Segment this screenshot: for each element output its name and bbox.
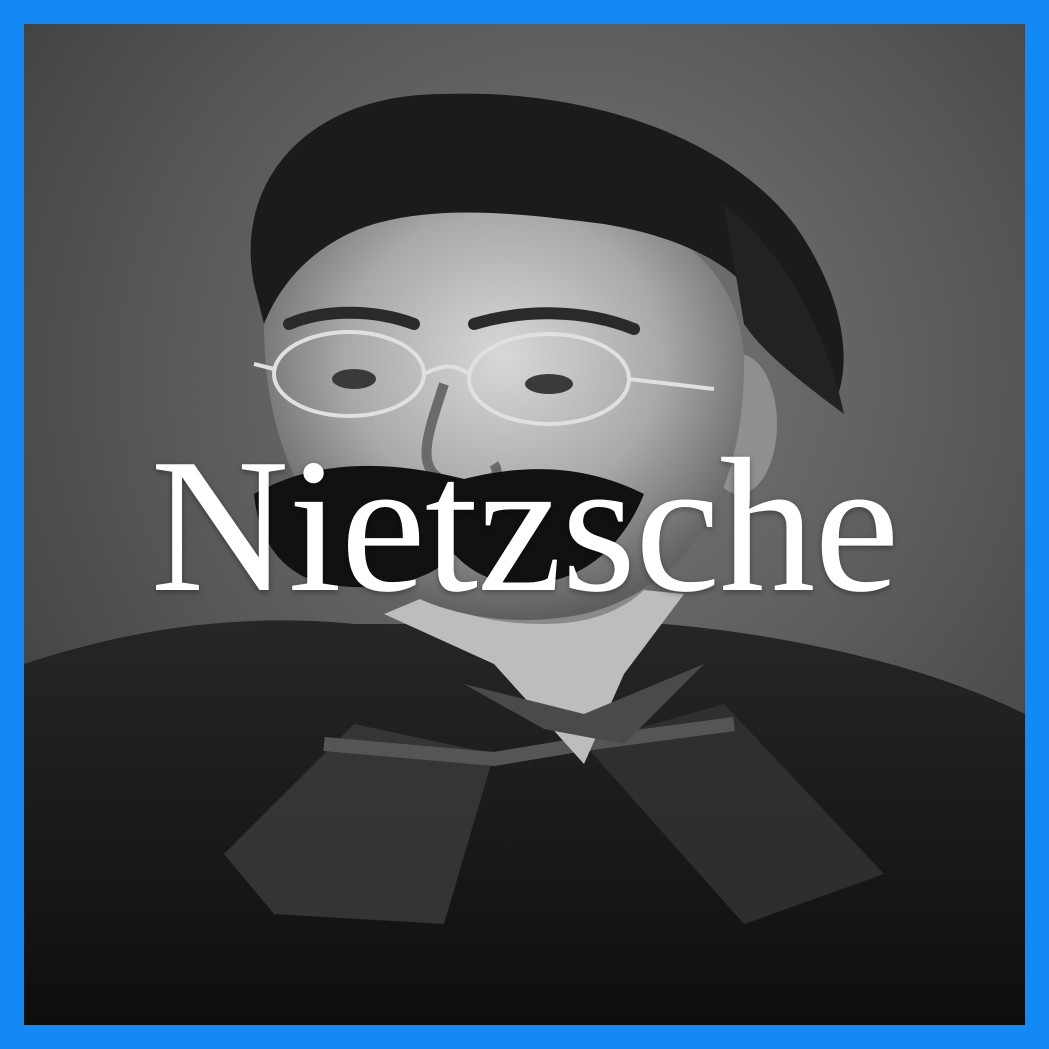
poster-title: Nietzsche [150,419,900,632]
blue-frame: Nietzsche [0,0,1049,1049]
